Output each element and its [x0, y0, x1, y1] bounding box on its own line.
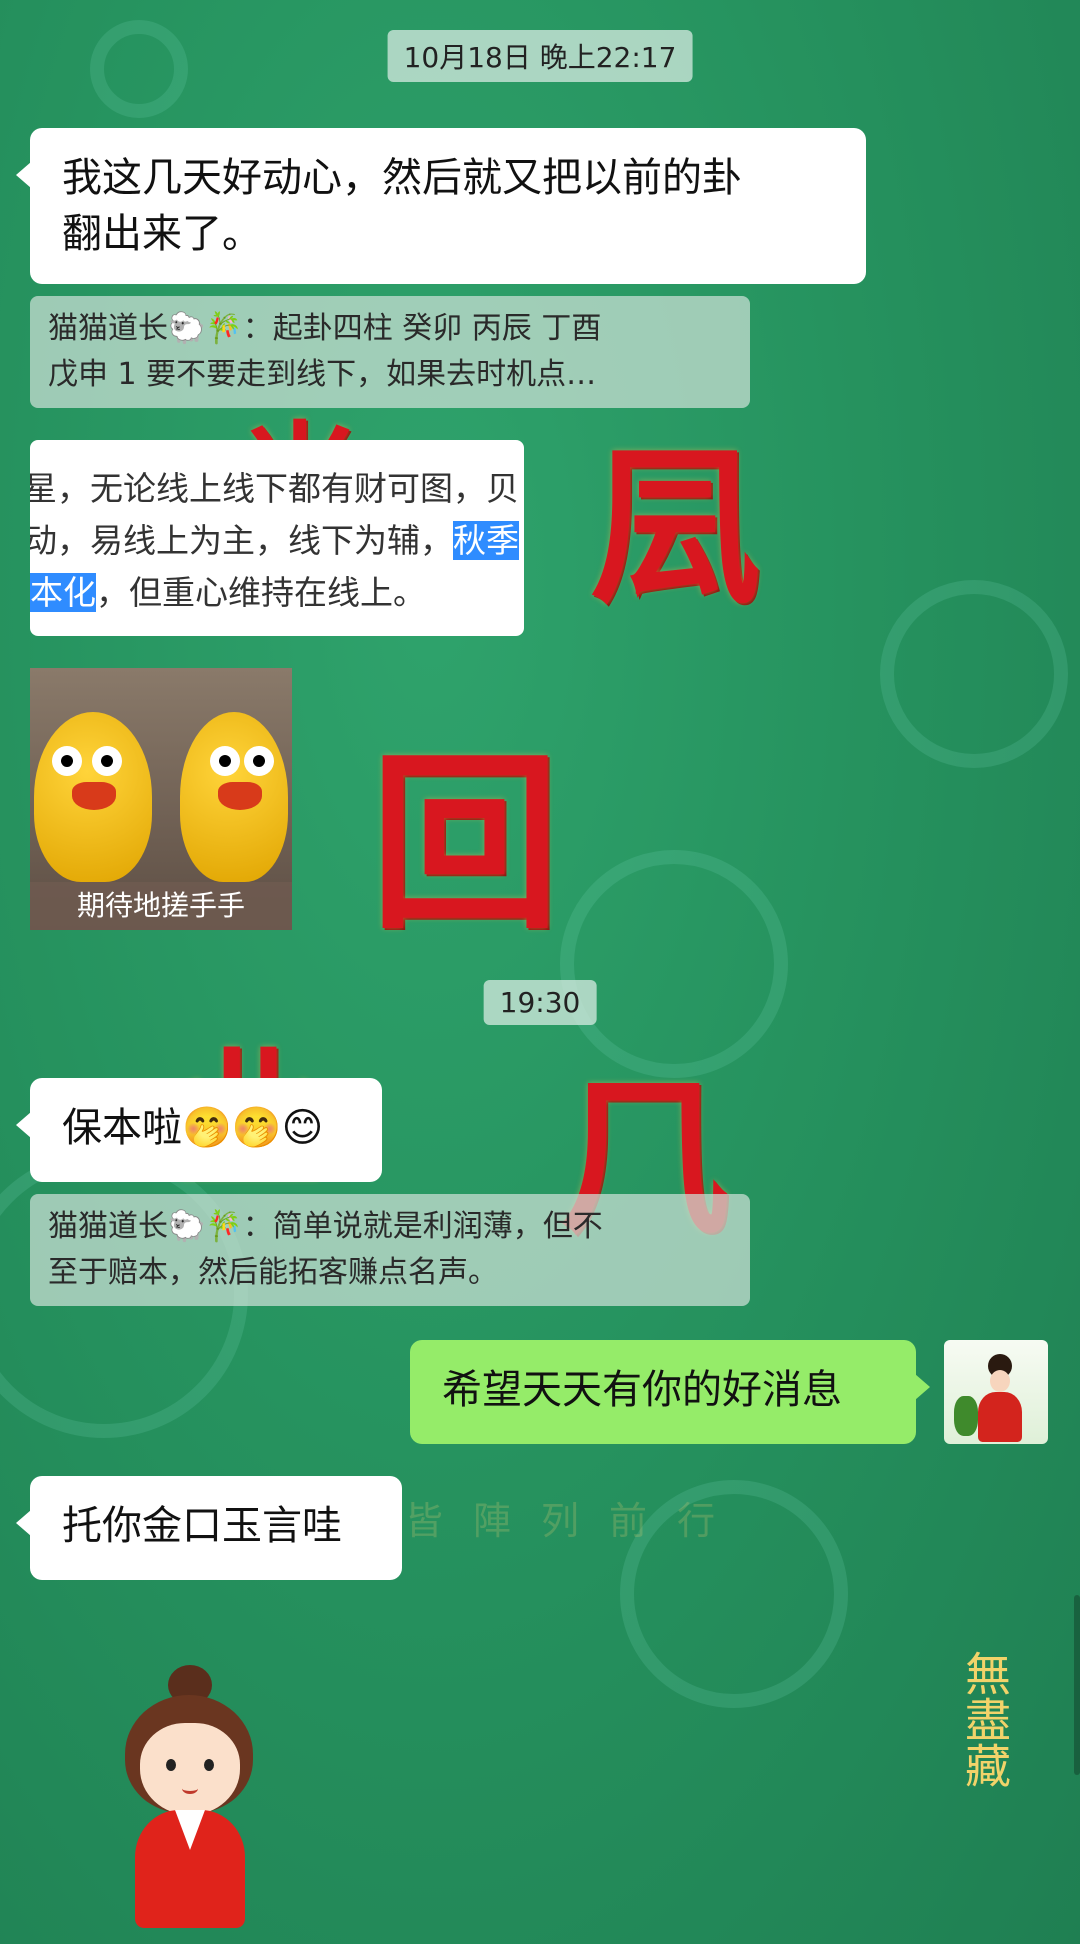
message-bubble-self[interactable]: 希望天天有你的好消息: [410, 1340, 930, 1444]
wallpaper-faint-text: 皆陣列前行: [405, 1499, 746, 1543]
message-bubble[interactable]: 托你金口玉言哇: [16, 1476, 402, 1580]
message-text: 希望天天有你的好消息: [442, 1367, 842, 1413]
screenshot-image-message[interactable]: 星，无论线上线下都有财可图，贝 动，易线上为主，线下为辅，秋季 本化，但重心维持…: [30, 440, 524, 636]
sticker-caption: 期待地搓手手: [30, 882, 292, 930]
timestamp: 10月18日 晚上22:17: [387, 30, 693, 82]
timestamp: 19:30: [483, 980, 597, 1025]
quoted-reply[interactable]: 猫猫道长🐑🎋：简单说就是利润薄，但不 至于赔本，然后能拓客赚点名声。: [30, 1194, 750, 1306]
quote-text: 猫猫道长🐑🎋：简单说就是利润薄，但不: [48, 1209, 603, 1244]
message-text: 托你金口玉言哇: [62, 1503, 342, 1549]
image-text: 本化，但重心维持在线上。: [30, 573, 426, 612]
message-bubble[interactable]: 我这几天好动心，然后就又把以前的卦 翻出来了。: [16, 128, 866, 284]
wallpaper-red-glyph: 回: [370, 732, 561, 955]
chick-figure: [34, 712, 152, 882]
chat-wallpaper: ⺌ 凨 回 业 𠘨 皆陣列前行 無盡藏: [0, 0, 1080, 1944]
sticker-image-message[interactable]: 期待地搓手手: [30, 668, 292, 930]
message-bubble[interactable]: 保本啦🤭🤭😊: [16, 1078, 382, 1182]
quote-text: 至于赔本，然后能拓客赚点名声。: [48, 1255, 498, 1290]
message-text: 保本啦🤭🤭😊: [62, 1105, 324, 1151]
wallpaper-red-glyph: 凨: [590, 428, 761, 628]
message-text: 翻出来了。: [62, 211, 262, 257]
chick-figure: [180, 712, 288, 882]
wallpaper-vertical-text: 無盡藏: [958, 1650, 1012, 1788]
cartoon-girl-sticker: [120, 1665, 260, 1930]
scrollbar[interactable]: [1074, 1595, 1080, 1775]
quoted-reply[interactable]: 猫猫道长🐑🎋：起卦四柱 癸卯 丙辰 丁酉 戊申 1 要不要走到线下，如果去时机点…: [30, 296, 750, 408]
quote-text: 猫猫道长🐑🎋：起卦四柱 癸卯 丙辰 丁酉: [48, 311, 602, 346]
image-text: 星，无论线上线下都有财可图，贝: [30, 469, 519, 508]
image-text: 动，易线上为主，线下为辅，秋季: [30, 521, 519, 560]
quote-text: 戊申 1 要不要走到线下，如果去时机点…: [48, 357, 597, 392]
self-avatar[interactable]: [944, 1340, 1048, 1444]
message-text: 我这几天好动心，然后就又把以前的卦: [62, 155, 742, 201]
